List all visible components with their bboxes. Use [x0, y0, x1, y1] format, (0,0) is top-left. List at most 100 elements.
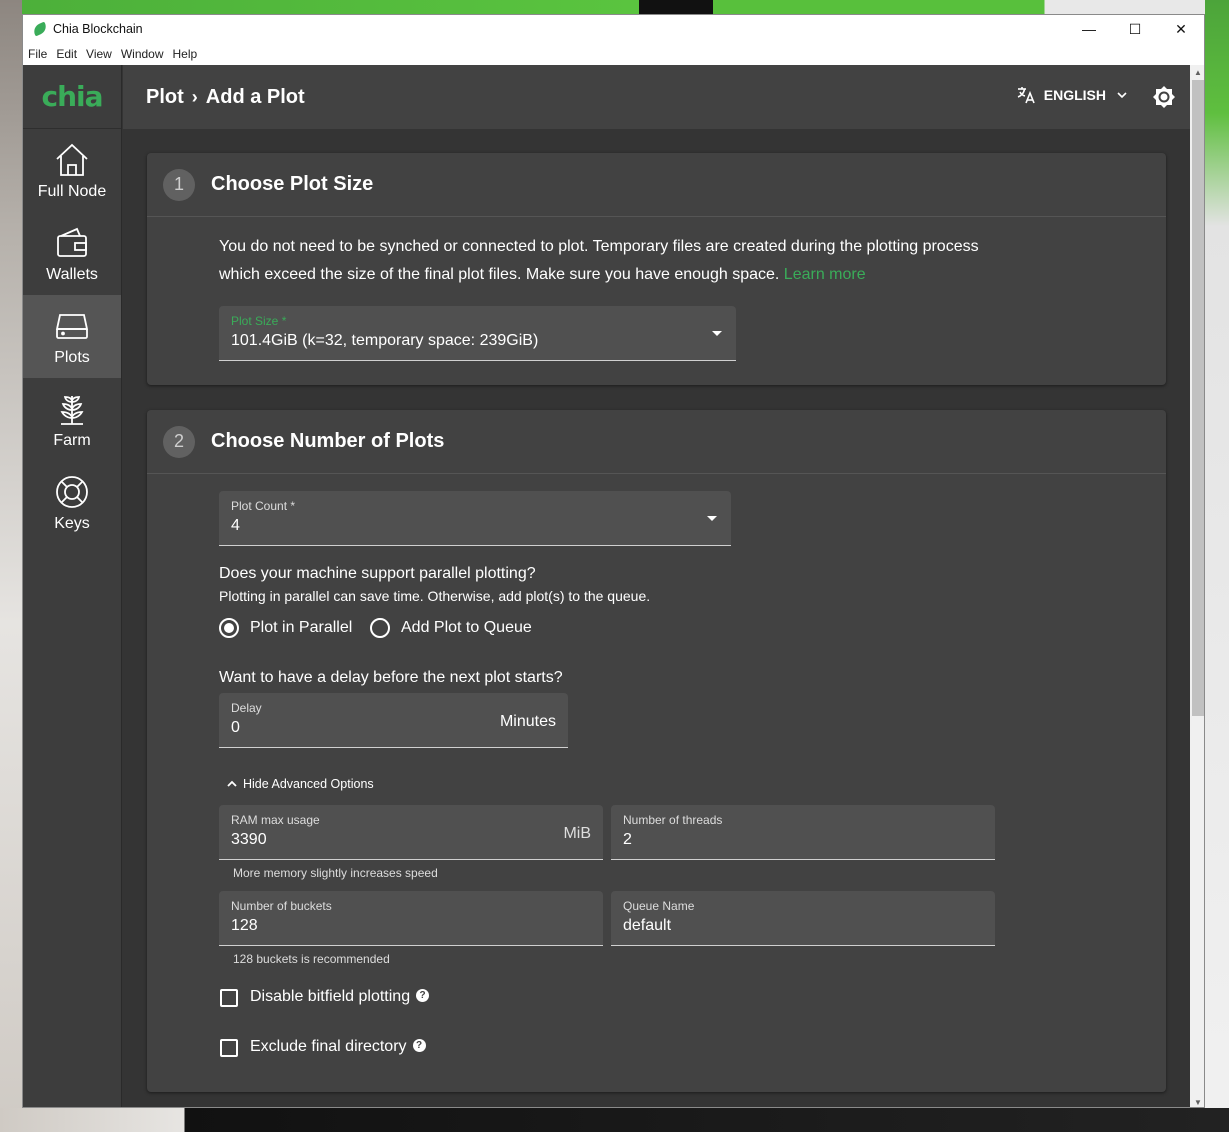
breadcrumb-parent[interactable]: Plot	[146, 86, 184, 109]
threads-value: 2	[623, 831, 632, 848]
sidebar-item-farm[interactable]: Farm	[23, 378, 121, 461]
add-to-queue-radio[interactable]	[370, 618, 390, 638]
desktop-wallpaper-bottom	[0, 1108, 1229, 1132]
learn-more-link[interactable]: Learn more	[784, 266, 866, 283]
lifebuoy-icon	[56, 475, 88, 508]
chia-logo: chia	[41, 80, 103, 113]
sidebar-item-wallets[interactable]: Wallets	[23, 212, 121, 295]
ram-label: RAM max usage	[231, 813, 320, 827]
delay-value: 0	[231, 719, 240, 736]
plot-count-card: 2 Choose Number of Plots Plot Count * 4 …	[147, 410, 1166, 1092]
desktop-wallpaper-left	[0, 0, 22, 1132]
logo-area: chia	[23, 65, 121, 129]
dropdown-arrow-icon	[712, 331, 722, 336]
menu-edit[interactable]: Edit	[56, 47, 77, 61]
desktop-wallpaper-top	[0, 0, 1229, 14]
queue-value: default	[623, 917, 672, 934]
queue-name-input[interactable]: Queue Name default	[611, 891, 995, 946]
language-label: ENGLISH	[1043, 87, 1106, 103]
queue-label: Queue Name	[623, 899, 695, 913]
theme-toggle-button[interactable]	[1152, 85, 1176, 114]
plot-size-description: You do not need to be synched or connect…	[219, 233, 979, 289]
language-selector[interactable]: ENGLISH	[1016, 85, 1132, 105]
menu-file[interactable]: File	[28, 47, 47, 61]
help-icon[interactable]: ?	[412, 1039, 426, 1052]
sidebar-item-label: Keys	[54, 514, 90, 532]
ram-value: 3390	[231, 831, 267, 848]
disable-bitfield-label[interactable]: Disable bitfield plotting?	[250, 988, 430, 1006]
scroll-down-icon[interactable]: ▼	[1190, 1095, 1204, 1107]
home-icon	[56, 143, 88, 176]
scrollbar-thumb[interactable]	[1192, 80, 1204, 716]
sidebar-item-plots[interactable]: Plots	[23, 295, 121, 378]
plot-size-value: 101.4GiB (k=32, temporary space: 239GiB)	[231, 332, 539, 349]
exclude-final-dir-checkbox[interactable]	[220, 1039, 238, 1057]
card-header: 2 Choose Number of Plots	[147, 410, 1166, 474]
add-to-queue-label[interactable]: Add Plot to Queue	[401, 619, 532, 637]
translate-icon	[1017, 87, 1035, 104]
advanced-toggle-label: Hide Advanced Options	[243, 777, 374, 791]
buckets-helper-text: 128 buckets is recommended	[233, 952, 390, 966]
exclude-final-dir-text: Exclude final directory	[250, 1038, 407, 1055]
buckets-value: 128	[231, 917, 258, 934]
app-body: chia Full Node Wallets Plots Farm Keys P…	[23, 65, 1204, 1107]
menu-bar: File Edit View Window Help	[23, 43, 1204, 65]
title-bar: Chia Blockchain — ☐ ✕	[23, 15, 1204, 43]
window-title: Chia Blockchain	[53, 22, 143, 36]
menu-window[interactable]: Window	[121, 47, 164, 61]
buckets-label: Number of buckets	[231, 899, 332, 913]
minimize-button[interactable]: —	[1066, 15, 1112, 43]
app-header: Plot › Add a Plot ENGLISH	[123, 65, 1190, 129]
ram-unit: MiB	[563, 825, 591, 842]
parallel-question: Does your machine support parallel plott…	[219, 565, 536, 582]
step-number: 2	[163, 425, 195, 458]
chia-leaf-icon	[31, 21, 49, 37]
delay-unit: Minutes	[499, 713, 556, 730]
ram-helper-text: More memory slightly increases speed	[233, 866, 438, 880]
app-window: Chia Blockchain — ☐ ✕ File Edit View Win…	[22, 14, 1205, 1108]
plot-in-parallel-label[interactable]: Plot in Parallel	[250, 619, 352, 637]
parallel-subtext: Plotting in parallel can save time. Othe…	[219, 588, 651, 604]
hard-drive-icon	[55, 313, 89, 339]
help-icon[interactable]: ?	[416, 989, 430, 1002]
sidebar: chia Full Node Wallets Plots Farm Keys	[23, 65, 122, 1107]
exclude-final-dir-label[interactable]: Exclude final directory?	[250, 1038, 426, 1056]
step-number: 1	[163, 168, 195, 201]
card-title: Choose Number of Plots	[211, 430, 445, 452]
sidebar-item-full-node[interactable]: Full Node	[23, 129, 121, 212]
breadcrumb: Plot › Add a Plot	[146, 86, 305, 109]
plot-count-value: 4	[231, 517, 240, 534]
plot-in-parallel-radio[interactable]	[219, 618, 239, 638]
dropdown-arrow-icon	[707, 516, 717, 521]
plot-size-select[interactable]: Plot Size * 101.4GiB (k=32, temporary sp…	[219, 306, 736, 361]
threads-input[interactable]: Number of threads 2	[611, 805, 995, 860]
brightness-icon	[1153, 86, 1175, 108]
close-button[interactable]: ✕	[1158, 15, 1204, 43]
menu-view[interactable]: View	[86, 47, 112, 61]
sidebar-item-keys[interactable]: Keys	[23, 461, 121, 544]
card-header: 1 Choose Plot Size	[147, 153, 1166, 217]
breadcrumb-separator-icon: ›	[191, 86, 198, 107]
advanced-options-toggle[interactable]: Hide Advanced Options	[225, 777, 374, 791]
scroll-up-icon[interactable]: ▲	[1190, 65, 1204, 79]
main-content: 1 Choose Plot Size You do not need to be…	[123, 129, 1190, 1107]
plot-count-label: Plot Count *	[231, 499, 296, 513]
sidebar-item-label: Full Node	[37, 182, 107, 200]
buckets-input[interactable]: Number of buckets 128	[219, 891, 603, 946]
sidebar-item-label: Wallets	[46, 265, 98, 283]
card-title: Choose Plot Size	[211, 173, 374, 195]
plot-size-label: Plot Size *	[231, 314, 287, 328]
delay-input[interactable]: Delay 0 Minutes	[219, 693, 568, 748]
disable-bitfield-text: Disable bitfield plotting	[250, 988, 411, 1005]
chevron-up-icon	[227, 780, 237, 787]
delay-label: Delay	[231, 701, 262, 715]
plot-count-select[interactable]: Plot Count * 4	[219, 491, 731, 546]
disable-bitfield-checkbox[interactable]	[220, 989, 238, 1007]
menu-help[interactable]: Help	[173, 47, 198, 61]
sidebar-item-label: Plots	[54, 348, 90, 366]
ram-max-usage-input[interactable]: RAM max usage 3390 MiB	[219, 805, 603, 860]
maximize-button[interactable]: ☐	[1112, 15, 1158, 43]
wallet-icon	[57, 227, 87, 257]
chevron-down-icon	[1117, 92, 1127, 99]
vertical-scrollbar[interactable]: ▲ ▼	[1190, 65, 1204, 1107]
